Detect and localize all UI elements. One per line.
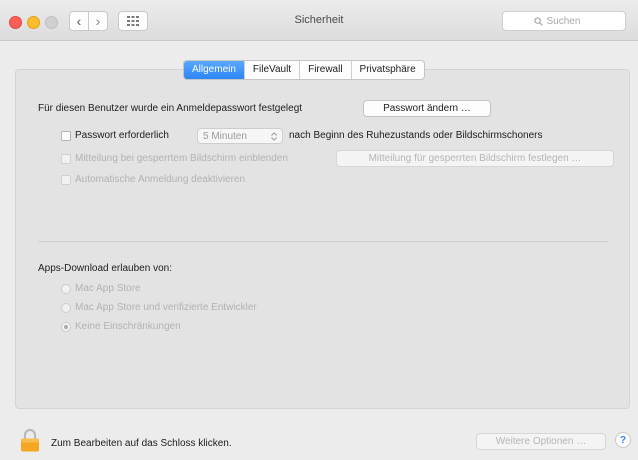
apps-download-heading: Apps-Download erlauben von: (38, 263, 172, 274)
require-password-delay-value: 5 Minuten (203, 130, 247, 142)
radio-anywhere-label: Keine Einschränkungen (75, 321, 181, 332)
updown-arrows-icon (271, 131, 277, 141)
radio-anywhere[interactable] (61, 322, 71, 332)
search-input[interactable] (546, 15, 595, 27)
disable-autologin-label: Automatische Anmeldung deaktivieren (75, 174, 246, 185)
search-icon (533, 16, 543, 26)
radio-mac-app-store[interactable] (61, 284, 71, 294)
tab-general[interactable]: Allgemein (184, 61, 245, 79)
tab-privacy[interactable]: Privatsphäre (352, 61, 424, 79)
disable-autologin-checkbox[interactable] (61, 175, 71, 185)
require-password-label: Passwort erforderlich (75, 130, 169, 141)
lock-button[interactable] (20, 428, 40, 455)
tab-firewall[interactable]: Firewall (300, 61, 352, 79)
lock-hint-text: Zum Bearbeiten auf das Schloss klicken. (51, 438, 232, 449)
show-message-checkbox[interactable] (61, 154, 71, 164)
require-password-delay-popup[interactable]: 5 Minuten (197, 128, 283, 144)
search-field[interactable] (502, 11, 626, 31)
advanced-options-button[interactable]: Weitere Optionen … (476, 433, 606, 450)
section-divider (38, 241, 608, 242)
tab-bar: Allgemein FileVault Firewall Privatsphär… (183, 60, 425, 80)
radio-app-store-and-identified[interactable] (61, 303, 71, 313)
password-set-text: Für diesen Benutzer wurde ein Anmeldepas… (38, 103, 303, 114)
require-password-checkbox[interactable] (61, 131, 71, 141)
tab-content-panel: Für diesen Benutzer wurde ein Anmeldepas… (15, 69, 630, 409)
radio-app-store-and-identified-label: Mac App Store und verifizierte Entwickle… (75, 302, 257, 313)
radio-mac-app-store-label: Mac App Store (75, 283, 141, 294)
set-lock-message-button[interactable]: Mitteilung für gesperrten Bildschirm fes… (336, 150, 614, 167)
radio-selected-dot (64, 325, 68, 329)
show-message-label: Mitteilung bei gesperrtem Bildschirm ein… (75, 153, 288, 164)
tab-filevault[interactable]: FileVault (245, 61, 301, 79)
title-bar: ‹ › Sicherheit (0, 0, 638, 41)
security-preferences-window: ‹ › Sicherheit Allgemein FileVa (0, 0, 638, 460)
help-icon: ? (619, 434, 627, 446)
lock-icon (21, 428, 39, 452)
help-button[interactable]: ? (615, 432, 631, 448)
require-password-suffix: nach Beginn des Ruhezustands oder Bildsc… (289, 130, 543, 141)
change-password-button[interactable]: Passwort ändern … (363, 100, 491, 117)
